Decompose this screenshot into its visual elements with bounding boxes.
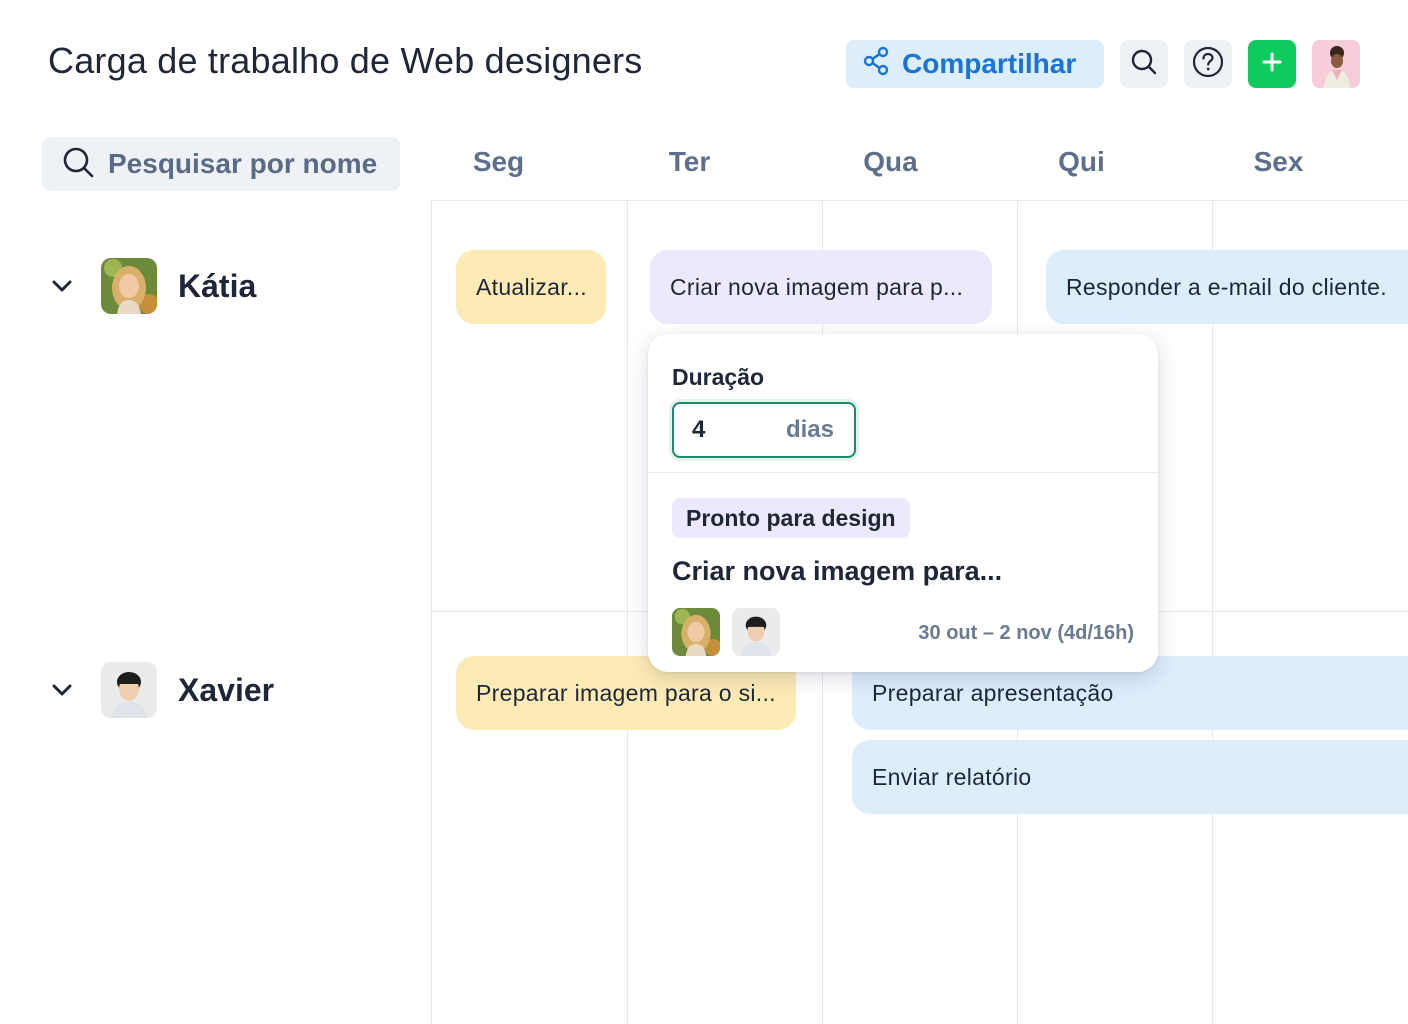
grid-column-divider: [627, 200, 628, 1024]
status-badge[interactable]: Pronto para design: [672, 498, 910, 538]
avatar[interactable]: [732, 608, 780, 656]
plus-icon: [1260, 50, 1284, 79]
help-button[interactable]: [1184, 40, 1232, 88]
task-bar[interactable]: Enviar relatório: [852, 740, 1408, 814]
chevron-down-icon[interactable]: [48, 272, 76, 300]
duration-field[interactable]: 4 dias: [672, 402, 856, 458]
task-bar[interactable]: Atualizar...: [456, 250, 606, 324]
help-icon: [1192, 46, 1224, 83]
share-button[interactable]: Compartilhar: [846, 40, 1104, 88]
avatar[interactable]: [672, 608, 720, 656]
person-row-xavier: Xavier: [48, 662, 274, 718]
duration-unit: dias: [785, 416, 834, 443]
workload-page: Carga de trabalho de Web designers Compa…: [0, 0, 1408, 1024]
search-icon: [62, 146, 94, 183]
task-date-range: 30 out – 2 nov (4d/16h): [918, 622, 1134, 644]
page-title: Carga de trabalho de Web designers: [48, 40, 643, 81]
share-label: Compartilhar: [902, 48, 1077, 79]
share-icon: [862, 46, 892, 83]
search-placeholder: Pesquisar por nome: [108, 148, 378, 179]
task-detail-popover: Duração 4 dias Pronto para design Criar …: [648, 334, 1158, 672]
person-name: Xavier: [178, 671, 275, 708]
search-button[interactable]: [1120, 40, 1168, 88]
task-bar[interactable]: Responder a e-mail do cliente.: [1046, 250, 1408, 324]
duration-value: 4: [692, 416, 706, 443]
divider: [648, 472, 1158, 473]
grid-column-divider: [431, 200, 432, 1024]
user-avatar[interactable]: [1312, 40, 1360, 88]
grid-top-border: [431, 200, 1408, 201]
task-title[interactable]: Criar nova imagem para...: [672, 556, 1002, 587]
chevron-down-icon[interactable]: [48, 676, 76, 704]
person-row-katia: Kátia: [48, 258, 256, 314]
avatar: [101, 258, 157, 314]
day-header-sex: Sex: [1253, 146, 1304, 177]
day-header-qui: Qui: [1058, 146, 1105, 177]
add-button[interactable]: [1248, 40, 1296, 88]
search-icon: [1130, 48, 1158, 81]
assignee-avatars: [672, 608, 780, 656]
day-header-qua: Qua: [863, 146, 918, 177]
avatar: [101, 662, 157, 718]
day-header-seg: Seg: [472, 146, 525, 177]
search-input[interactable]: Pesquisar por nome: [42, 137, 400, 191]
task-bar[interactable]: Criar nova imagem para p...: [650, 250, 992, 324]
duration-label: Duração: [672, 364, 765, 390]
day-header-ter: Ter: [668, 146, 711, 177]
person-name: Kátia: [178, 267, 257, 304]
